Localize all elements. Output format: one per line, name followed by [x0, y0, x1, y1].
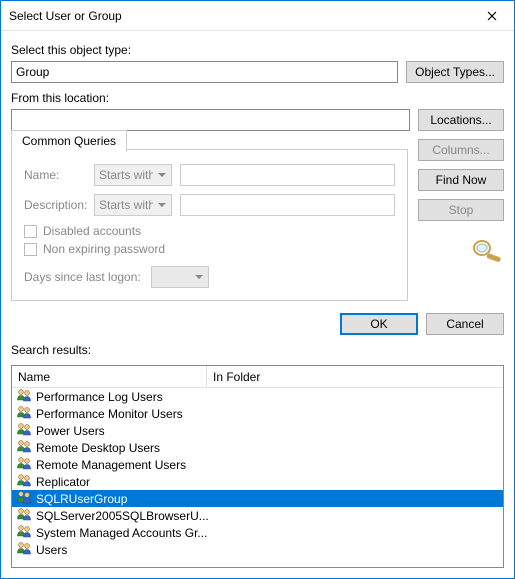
- location-label: From this location:: [11, 91, 504, 105]
- non-expiring-label: Non expiring password: [43, 242, 165, 256]
- search-icon: [470, 237, 504, 266]
- tab-common-queries[interactable]: Common Queries: [11, 130, 127, 152]
- days-since-logon-select: [151, 266, 209, 288]
- description-label: Description:: [24, 198, 86, 212]
- location-field[interactable]: [11, 109, 410, 131]
- side-buttons: Columns... Find Now Stop: [418, 139, 504, 266]
- description-mode-select: [94, 194, 172, 216]
- dialog-content: Select this object type: Object Types...…: [1, 31, 514, 365]
- name-mode-select: [94, 164, 172, 186]
- disabled-accounts-checkbox: [24, 225, 37, 238]
- list-item-name: Replicator: [36, 475, 90, 489]
- titlebar: Select User or Group: [1, 1, 514, 31]
- list-item-name: Power Users: [36, 424, 105, 438]
- list-item[interactable]: Users: [12, 541, 503, 558]
- list-item[interactable]: Remote Management Users: [12, 456, 503, 473]
- ok-button[interactable]: OK: [340, 313, 418, 335]
- description-input[interactable]: [180, 194, 395, 216]
- close-icon: [487, 11, 497, 21]
- non-expiring-checkbox: [24, 243, 37, 256]
- list-item[interactable]: Remote Desktop Users: [12, 439, 503, 456]
- days-since-logon-label: Days since last logon:: [24, 270, 141, 284]
- common-queries-group: Common Queries Name: Description: Disabl…: [11, 149, 408, 301]
- disabled-accounts-label: Disabled accounts: [43, 224, 141, 238]
- list-item[interactable]: Power Users: [12, 422, 503, 439]
- list-item-name: Remote Management Users: [36, 458, 186, 472]
- close-button[interactable]: [469, 1, 514, 30]
- list-item[interactable]: Performance Log Users: [12, 388, 503, 405]
- list-item-name: SQLServer2005SQLBrowserU...: [36, 509, 209, 523]
- list-item-name: Remote Desktop Users: [36, 441, 160, 455]
- locations-button[interactable]: Locations...: [418, 109, 504, 131]
- list-item-name: Users: [36, 543, 67, 557]
- columns-button: Columns...: [418, 139, 504, 161]
- column-name[interactable]: Name: [12, 366, 207, 387]
- list-item[interactable]: Replicator: [12, 473, 503, 490]
- list-item-name: SQLRUserGroup: [36, 492, 127, 506]
- list-item[interactable]: SQLServer2005SQLBrowserU...: [12, 507, 503, 524]
- list-item-name: Performance Log Users: [36, 390, 163, 404]
- results-header: Name In Folder: [12, 366, 503, 388]
- find-now-button[interactable]: Find Now: [418, 169, 504, 191]
- list-item[interactable]: System Managed Accounts Gr...: [12, 524, 503, 541]
- results-listview[interactable]: Name In Folder Performance Log Users Per…: [11, 365, 504, 568]
- list-item[interactable]: Performance Monitor Users: [12, 405, 503, 422]
- name-input[interactable]: [180, 164, 395, 186]
- object-types-button[interactable]: Object Types...: [406, 61, 504, 83]
- object-type-label: Select this object type:: [11, 43, 504, 57]
- cancel-button[interactable]: Cancel: [426, 313, 504, 335]
- object-type-field[interactable]: [11, 61, 398, 83]
- list-item[interactable]: SQLRUserGroup: [12, 490, 503, 507]
- results-body[interactable]: Performance Log Users Performance Monito…: [12, 388, 503, 567]
- column-in-folder[interactable]: In Folder: [207, 370, 503, 384]
- stop-button: Stop: [418, 199, 504, 221]
- group-icon: [16, 540, 32, 559]
- list-item-name: Performance Monitor Users: [36, 407, 183, 421]
- list-item-name: System Managed Accounts Gr...: [36, 526, 207, 540]
- window-title: Select User or Group: [9, 9, 469, 23]
- name-label: Name:: [24, 168, 86, 182]
- search-results-label: Search results:: [11, 343, 504, 357]
